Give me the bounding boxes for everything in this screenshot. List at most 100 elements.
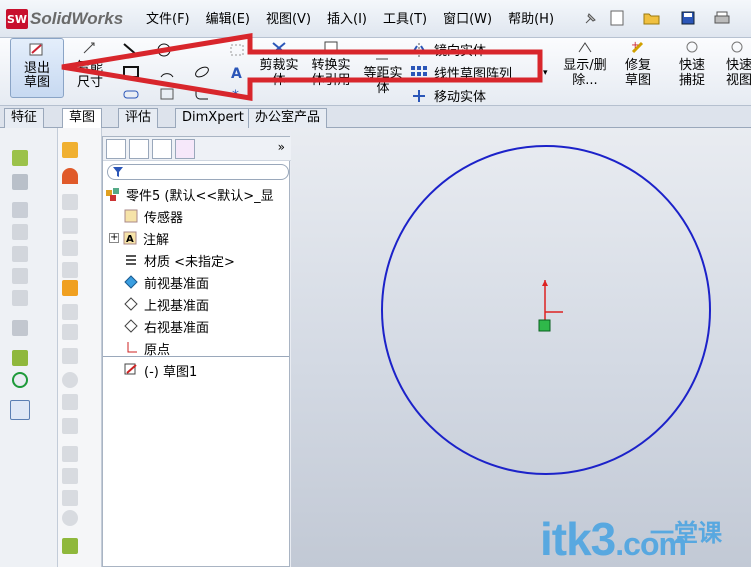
- split-icon[interactable]: [62, 446, 78, 462]
- configuration-manager-tab-icon[interactable]: [152, 139, 172, 159]
- trim-icon: [272, 42, 286, 54]
- chamfer-icon[interactable]: [12, 246, 28, 262]
- tree-filter-input[interactable]: [107, 164, 289, 180]
- sensors-label: 传感器: [144, 210, 184, 226]
- tree-item-material[interactable]: 材质 <未指定>: [123, 249, 235, 271]
- tree-item-annotations[interactable]: + A 注解: [109, 227, 169, 249]
- repair-sketch-label: 修复草图: [624, 58, 651, 88]
- tree-item-right-plane[interactable]: 右视基准面: [123, 315, 209, 337]
- flex-icon[interactable]: [62, 418, 78, 434]
- delete-body-icon[interactable]: [62, 490, 78, 506]
- trim-entities-button[interactable]: 剪裁实体: [255, 40, 303, 88]
- spline-icon[interactable]: [193, 64, 211, 80]
- tab-sketch[interactable]: 草图: [62, 108, 103, 129]
- mirror-entities-button[interactable]: 镜向实体: [410, 40, 486, 59]
- tree-item-sensors[interactable]: 传感器: [123, 205, 183, 227]
- line-icon[interactable]: [122, 42, 140, 58]
- sweep-icon[interactable]: [62, 168, 78, 184]
- svg-text:A: A: [126, 234, 134, 245]
- tab-features[interactable]: 特征: [4, 108, 45, 128]
- features-toolbar: [0, 128, 58, 567]
- fillet-icon[interactable]: [193, 86, 211, 102]
- reference-point-icon[interactable]: [62, 538, 78, 554]
- convert-entities-button[interactable]: 转换实体引用: [306, 40, 356, 88]
- text-icon[interactable]: A: [228, 64, 246, 80]
- sketch1-label: (-) 草图1: [144, 364, 198, 380]
- arc-icon[interactable]: [158, 64, 176, 80]
- open-folder-icon[interactable]: [642, 9, 662, 27]
- quick-snaps-button[interactable]: 快速捕捉: [668, 40, 716, 88]
- move-entities-button[interactable]: 移动实体: [410, 86, 486, 105]
- graphics-area[interactable]: [291, 128, 751, 567]
- feature-manager-tab-icon[interactable]: [106, 139, 126, 159]
- shell-icon[interactable]: [12, 268, 28, 284]
- property-manager-tab-icon[interactable]: [129, 139, 149, 159]
- reference-geometry-icon[interactable]: [12, 350, 28, 366]
- revolve-icon[interactable]: [12, 174, 28, 190]
- construction-point-icon[interactable]: *: [228, 86, 246, 102]
- feature-manager-panel: » 零件5 (默认<<默认>_显 传感器 + A 注解 材质 <未指定> 前视基…: [102, 136, 291, 567]
- pattern-feature-icon[interactable]: [12, 320, 28, 336]
- move-body-icon[interactable]: [62, 510, 78, 526]
- dome-icon[interactable]: [62, 262, 78, 278]
- draft-icon[interactable]: [12, 290, 28, 306]
- wrap-icon[interactable]: [62, 240, 78, 256]
- part-name: 零件5 (默认<<默认>_显: [126, 188, 274, 204]
- pattern-dropdown-icon[interactable]: ▾: [543, 68, 548, 78]
- hole-icon[interactable]: [62, 324, 78, 340]
- rectangle-icon[interactable]: [122, 64, 140, 80]
- offset-entities-button[interactable]: 等距实体: [360, 50, 406, 96]
- cut-icon[interactable]: [12, 202, 28, 218]
- polygon-icon[interactable]: [158, 86, 176, 102]
- tab-office-products[interactable]: 办公室产品: [248, 108, 328, 128]
- instant3d-icon[interactable]: [10, 400, 30, 420]
- menu-file[interactable]: 文件(F): [138, 10, 198, 30]
- menu-edit[interactable]: 编辑(E): [198, 10, 258, 30]
- sketch-fillet-icon[interactable]: [62, 142, 78, 158]
- pin-icon[interactable]: [583, 10, 599, 26]
- sketch-circle[interactable]: [381, 145, 711, 475]
- circle-center-point[interactable]: [538, 319, 551, 332]
- print-icon[interactable]: [712, 9, 732, 27]
- tree-item-top-plane[interactable]: 上视基准面: [123, 293, 209, 315]
- point-icon[interactable]: [228, 42, 246, 58]
- tree-part-root[interactable]: 零件5 (默认<<默认>_显: [105, 183, 274, 205]
- expand-panel-icon[interactable]: »: [278, 140, 285, 154]
- menu-window[interactable]: 窗口(W): [435, 10, 500, 30]
- secondary-toolbar: [58, 128, 102, 567]
- menu-insert[interactable]: 插入(I): [319, 10, 375, 30]
- intersect-icon[interactable]: [62, 372, 78, 388]
- rollback-bar[interactable]: [103, 356, 289, 357]
- origin-icon: [123, 340, 139, 356]
- expand-icon[interactable]: +: [109, 233, 119, 243]
- smart-dimension-button[interactable]: 智能尺寸: [66, 40, 114, 90]
- combine-icon[interactable]: [62, 468, 78, 484]
- extrude-icon[interactable]: [12, 150, 28, 166]
- loft-icon[interactable]: [62, 194, 78, 210]
- mirror-feature-icon[interactable]: [62, 348, 78, 364]
- display-delete-relations-button[interactable]: 显示/删除...: [560, 40, 610, 88]
- tab-evaluate[interactable]: 评估: [118, 108, 159, 128]
- circle-icon[interactable]: [155, 42, 173, 58]
- tree-item-front-plane[interactable]: 前视基准面: [123, 271, 209, 293]
- indent-icon[interactable]: [62, 394, 78, 410]
- repair-sketch-button[interactable]: + 修复草图: [614, 40, 662, 88]
- rib-icon[interactable]: [62, 304, 78, 320]
- tab-dimxpert[interactable]: DimXpert: [175, 108, 251, 128]
- exit-sketch-button[interactable]: 退出草图: [10, 38, 64, 98]
- plane-icon[interactable]: [62, 280, 78, 296]
- dimxpert-manager-tab-icon[interactable]: [175, 139, 195, 159]
- boundary-icon[interactable]: [62, 218, 78, 234]
- save-icon[interactable]: [678, 9, 698, 27]
- fillet-feature-icon[interactable]: [12, 224, 28, 240]
- tree-item-sketch1[interactable]: (-) 草图1: [123, 359, 197, 381]
- linear-pattern-button[interactable]: 线性草图阵列: [410, 63, 512, 82]
- new-document-icon[interactable]: [607, 9, 627, 27]
- mirror-label: 镜向实体: [434, 44, 487, 59]
- quick-view-button[interactable]: 快速视图: [722, 40, 751, 88]
- menu-help[interactable]: 帮助(H): [500, 10, 562, 30]
- curves-icon[interactable]: [12, 372, 28, 388]
- menu-tools[interactable]: 工具(T): [375, 10, 435, 30]
- slot-icon[interactable]: [122, 86, 140, 102]
- menu-view[interactable]: 视图(V): [258, 10, 319, 30]
